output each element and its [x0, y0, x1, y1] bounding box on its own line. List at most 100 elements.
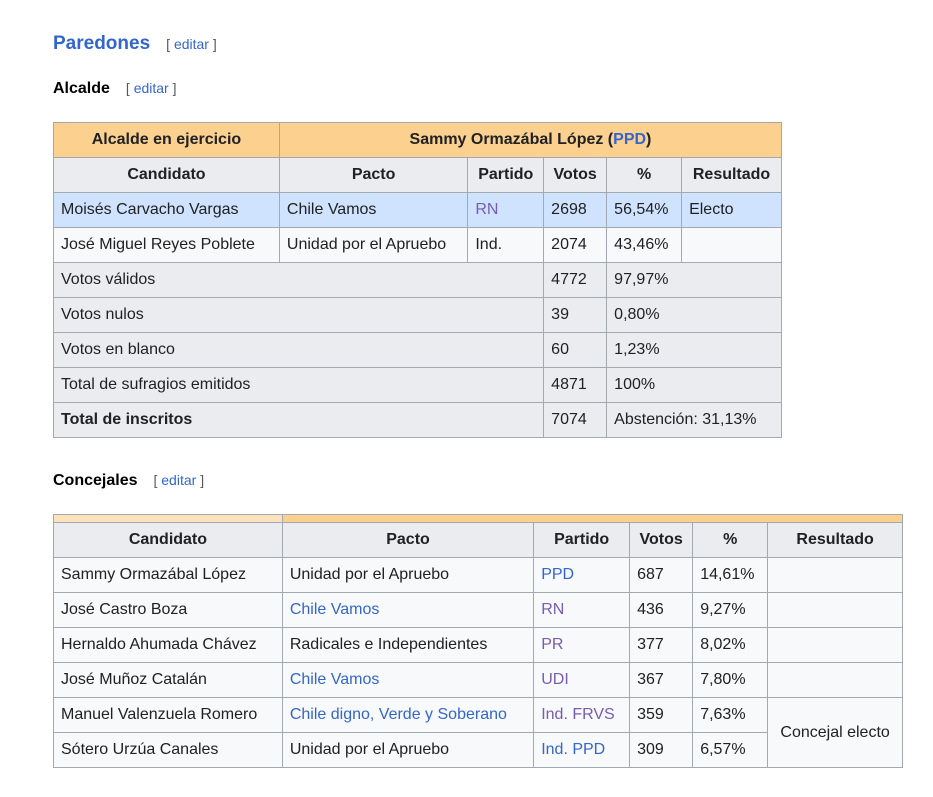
candidate-name: Hernaldo Ahumada Chávez — [53, 627, 283, 663]
totals-row: Votos nulos 39 0,80% — [52, 297, 782, 333]
result: Electo — [681, 192, 782, 228]
votes: 377 — [629, 627, 694, 663]
votes: 2698 — [543, 192, 608, 228]
col-partido: Partido — [467, 157, 545, 193]
col-pacto: Pacto — [281, 522, 535, 558]
votes: 687 — [629, 557, 694, 593]
votes: 436 — [629, 592, 694, 628]
percent: 9,27% — [692, 592, 769, 628]
section-title: Paredones — [53, 33, 151, 54]
party-cell: PPD — [533, 557, 631, 593]
totals-pct: 100% — [606, 367, 782, 403]
party-link[interactable]: PPD — [541, 566, 574, 583]
table-row: José Muñoz Catalán Chile Vamos UDI 367 7… — [53, 662, 903, 698]
section-edit: [ editar ] — [166, 36, 217, 52]
concejales-title: Concejales — [53, 472, 138, 489]
totals-pct: 97,97% — [606, 262, 782, 298]
party-link[interactable]: UDI — [541, 671, 569, 688]
concejales-table: Candidato Pacto Partido Votos % Resultad… — [53, 514, 904, 768]
party-cell: RN — [467, 192, 545, 228]
percent: 43,46% — [606, 227, 683, 263]
pact-link[interactable]: Chile Vamos — [290, 671, 380, 688]
col-candidato: Candidato — [53, 157, 280, 193]
table-row: Sammy Ormazábal López Unidad por el Apru… — [53, 557, 903, 593]
pact-link[interactable]: Chile Vamos — [290, 601, 380, 618]
pact-name: Chile Vamos — [278, 192, 469, 228]
pact-name: Unidad por el Apruebo — [281, 732, 535, 768]
col-candidato: Candidato — [53, 522, 283, 558]
alcalde-heading: Alcalde [ editar ] — [53, 80, 177, 98]
concejales-edit: [ editar ] — [153, 472, 205, 488]
section-edit-link[interactable]: editar — [174, 36, 209, 52]
party-cell: UDI — [533, 662, 631, 698]
col-pct: % — [692, 522, 769, 558]
pact-cell: Chile Vamos — [281, 592, 535, 628]
alcalde-edit: [ editar ] — [125, 80, 177, 96]
table-row: Manuel Valenzuela Romero Chile digno, Ve… — [53, 697, 903, 768]
percent: 6,57% — [692, 732, 769, 768]
totals-votes: 60 — [543, 332, 608, 368]
col-resultado: Resultado — [681, 157, 782, 193]
incumbent-party-link[interactable]: PPD — [613, 131, 646, 148]
pact-link[interactable]: Chile digno, Verde y Soberano — [290, 706, 507, 723]
col-resultado: Resultado — [767, 522, 903, 558]
totals-label: Votos en blanco — [52, 332, 545, 368]
pact-cell: Chile digno, Verde y Soberano — [281, 697, 535, 733]
party-link[interactable]: Ind. PPD — [541, 741, 605, 758]
incumbent-label: Alcalde en ejercicio — [53, 122, 280, 158]
alcalde-edit-link[interactable]: editar — [134, 80, 169, 96]
candidate-name: Manuel Valenzuela Romero — [53, 697, 283, 733]
result — [767, 557, 903, 593]
percent: 14,61% — [692, 557, 769, 593]
col-votos: Votos — [629, 522, 694, 558]
pact-cell: Chile Vamos — [281, 662, 535, 698]
table-row: Moisés Carvacho Vargas Chile Vamos RN 26… — [53, 192, 782, 228]
col-pct: % — [606, 157, 683, 193]
party-cell: Ind. PPD — [533, 732, 631, 768]
col-pacto: Pacto — [278, 157, 469, 193]
percent: 7,80% — [692, 662, 769, 698]
party-link[interactable]: PR — [541, 636, 563, 653]
table-row: Hernaldo Ahumada Chávez Radicales e Inde… — [53, 627, 903, 663]
alcalde-title: Alcalde — [53, 80, 110, 97]
alcalde-header-row: Candidato Pacto Partido Votos % Resultad… — [53, 157, 782, 193]
percent: 7,63% — [692, 697, 769, 733]
percent: 56,54% — [606, 192, 683, 228]
candidate-name: Sótero Urzúa Canales — [53, 732, 283, 768]
party-cell: Ind. — [467, 227, 545, 263]
totals-label: Votos válidos — [52, 262, 545, 298]
totals-votes: 39 — [543, 297, 608, 333]
incumbent-row: Alcalde en ejercicio Sammy Ormazábal Lóp… — [53, 122, 783, 158]
totals-row: Votos en blanco 60 1,23% — [52, 332, 782, 368]
concejales-edit-link[interactable]: editar — [161, 472, 196, 488]
pact-name: Unidad por el Apruebo — [281, 557, 535, 593]
section-heading: Paredones [ editar ] — [53, 33, 217, 55]
totals-label: Votos nulos — [52, 297, 545, 333]
result — [767, 627, 903, 663]
totals-row: Total de inscritos 7074 Abstención: 31,1… — [52, 402, 782, 438]
result-merged: Concejal electo — [767, 697, 903, 768]
table-row: José Miguel Reyes Poblete Unidad por el … — [53, 227, 782, 263]
candidate-name: José Castro Boza — [53, 592, 283, 628]
totals-row: Votos válidos 4772 97,97% — [52, 262, 782, 298]
color-band-right — [281, 514, 904, 523]
party-link[interactable]: Ind. FRVS — [541, 706, 615, 723]
table-row: José Castro Boza Chile Vamos RN 436 9,27… — [53, 592, 903, 628]
votes: 2074 — [543, 227, 608, 263]
candidate-name: Moisés Carvacho Vargas — [53, 192, 280, 228]
votes: 309 — [629, 732, 694, 768]
pact-name: Unidad por el Apruebo — [278, 227, 469, 263]
result — [767, 592, 903, 628]
totals-votes: 4871 — [543, 367, 608, 403]
totals-votes: 7074 — [543, 402, 608, 438]
party-cell: RN — [533, 592, 631, 628]
party-cell: PR — [533, 627, 631, 663]
party-cell: Ind. FRVS — [533, 697, 631, 733]
votes: 359 — [629, 697, 694, 733]
totals-pct: Abstención: 31,13% — [606, 402, 782, 438]
party-link[interactable]: RN — [475, 201, 498, 218]
totals-pct: 0,80% — [606, 297, 782, 333]
color-band-left — [53, 514, 283, 523]
concejales-header-row: Candidato Pacto Partido Votos % Resultad… — [53, 522, 903, 558]
party-link[interactable]: RN — [541, 601, 564, 618]
